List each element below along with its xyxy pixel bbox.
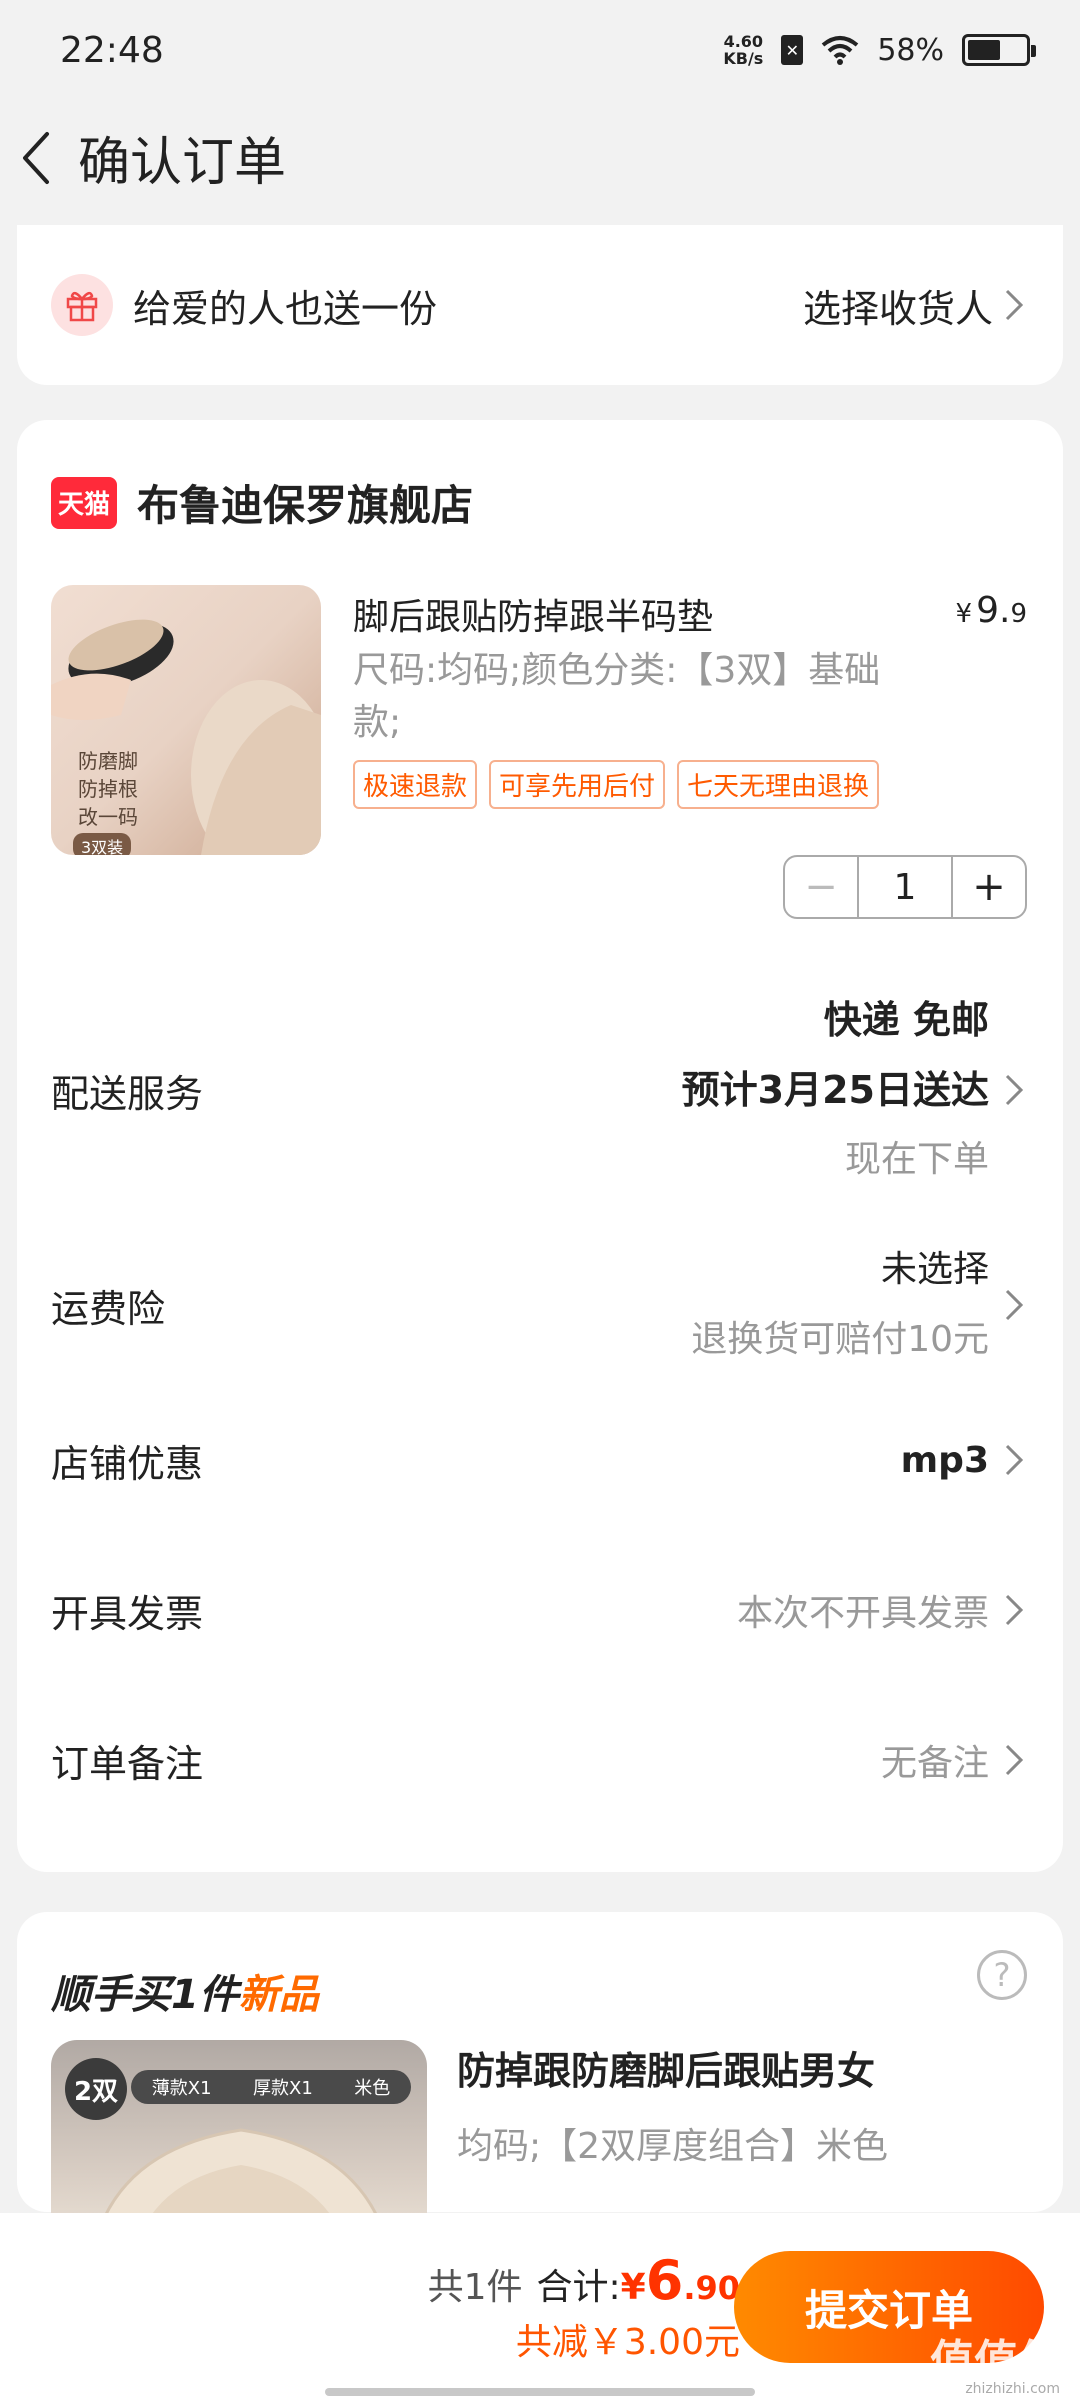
recommend-image-strip: 薄款X1 厚款X1 米色 (131, 2070, 411, 2104)
store-name[interactable]: 布鲁迪保罗旗舰店 (137, 472, 473, 533)
discount-total: 共减￥3.00元 (515, 2322, 740, 2363)
store-discount-value: mp3 (900, 1439, 989, 1481)
order-card: 天猫 布鲁迪保罗旗舰店 防磨脚 防掉根 改一码 3双装 脚后跟贴防掉跟半码垫 ¥… (17, 420, 1063, 1872)
watermark-logo: 值值值 (930, 2336, 1062, 2387)
order-note-row[interactable]: 订单备注 无备注 (51, 1720, 1029, 1800)
wifi-icon (822, 36, 859, 65)
recommend-card: 顺手买1件新品 ? 2双 薄款X1 厚款X1 米色 防掉跟防磨脚后跟贴男女 均码… (17, 1912, 1063, 2260)
shipping-insurance-label: 运费险 (51, 1286, 166, 1331)
chevron-right-icon (1005, 289, 1024, 321)
invoice-value: 本次不开具发票 (736, 1593, 989, 1634)
quantity-plus-button[interactable]: + (953, 857, 1025, 917)
battery-icon (962, 34, 1036, 66)
chevron-right-icon (1005, 1444, 1024, 1476)
total-price: ¥6.90 (620, 2249, 740, 2312)
watermark-url: zhizhizhi.com (965, 2381, 1060, 2397)
recommend-product-spec[interactable]: 均码;【2双厚度组合】米色 (457, 2117, 888, 2169)
product-title[interactable]: 脚后跟贴防掉跟半码垫 (353, 588, 713, 640)
product-image-pack: 3双装 (73, 833, 132, 855)
invoice-row[interactable]: 开具发票 本次不开具发票 (51, 1570, 1029, 1650)
delivery-service-label: 配送服务 (51, 1071, 204, 1116)
quantity-minus-button[interactable]: − (785, 857, 857, 917)
page-title: 确认订单 (78, 133, 287, 193)
sim-icon: ✕ (781, 35, 804, 65)
order-total: 共1件 合计: ¥6.90 (428, 2249, 740, 2312)
store-header[interactable]: 天猫 布鲁迪保罗旗舰店 (51, 472, 473, 533)
back-arrow-icon[interactable] (14, 128, 58, 188)
delivery-service-value: 快递 免邮 预计3月25日送达 现在下单 (681, 998, 989, 1180)
product-price: ¥9.9 (955, 590, 1027, 631)
network-speed: 4.60 KB/s (723, 32, 764, 68)
invoice-label: 开具发票 (51, 1591, 204, 1636)
gift-text: 给爱的人也送一份 (133, 286, 438, 331)
nav-bar: 确认订单 (0, 100, 1080, 215)
product-image[interactable]: 防磨脚 防掉根 改一码 3双装 (51, 585, 321, 855)
store-discount-row[interactable]: 店铺优惠 mp3 (51, 1420, 1029, 1500)
status-icons: 4.60 KB/s ✕ 58% (723, 32, 1036, 68)
home-indicator[interactable] (325, 2388, 755, 2396)
quantity-value[interactable]: 1 (857, 857, 953, 917)
help-icon[interactable]: ? (977, 1950, 1027, 2000)
tag-seven-day-return: 七天无理由退换 (677, 760, 880, 809)
store-discount-label: 店铺优惠 (51, 1441, 204, 1486)
shipping-insurance-value: 未选择 退换货可赔付10元 (691, 1249, 989, 1360)
quantity-stepper: − 1 + (783, 855, 1027, 919)
tag-pay-later: 可享先用后付 (489, 760, 666, 809)
chevron-right-icon (1005, 1289, 1024, 1321)
product-tags: 极速退款 可享先用后付 七天无理由退换 (353, 760, 880, 809)
order-note-label: 订单备注 (51, 1741, 204, 1786)
battery-percent: 58% (877, 32, 944, 68)
chevron-right-icon (1005, 1074, 1024, 1106)
product-spec[interactable]: 尺码:均码;颜色分类:【3双】基础款; (353, 645, 893, 749)
chevron-right-icon (1005, 1744, 1024, 1776)
gift-card[interactable]: 给爱的人也送一份 选择收货人 (17, 225, 1063, 385)
order-note-value: 无备注 (880, 1743, 989, 1784)
shipping-insurance-row[interactable]: 运费险 未选择 退换货可赔付10元 (51, 1235, 1029, 1375)
product-image-caption: 防磨脚 防掉根 改一码 (78, 749, 138, 829)
chevron-right-icon (1005, 1594, 1024, 1626)
battery-fill (968, 40, 1001, 60)
delivery-service-row[interactable]: 配送服务 快递 免邮 预计3月25日送达 现在下单 (51, 990, 1029, 1190)
item-count: 共1件 (427, 2267, 523, 2308)
status-time: 22:48 (60, 29, 164, 71)
total-label: 合计: (536, 2267, 621, 2308)
recommend-product-name[interactable]: 防掉跟防磨脚后跟贴男女 (457, 2040, 875, 2095)
gift-icon (51, 274, 113, 336)
select-recipient-link[interactable]: 选择收货人 (803, 278, 993, 333)
status-bar: 22:48 4.60 KB/s ✕ 58% (0, 0, 1080, 100)
tag-fast-refund: 极速退款 (353, 760, 478, 809)
recommend-title: 顺手买1件新品 (51, 1972, 319, 2018)
checkout-bar: 共1件 合计: ¥6.90 共减￥3.00元 提交订单 值值值 zhizhizh… (0, 2213, 1080, 2400)
tmall-logo-icon: 天猫 (51, 476, 117, 529)
recommend-image-badge: 2双 (65, 2058, 127, 2120)
